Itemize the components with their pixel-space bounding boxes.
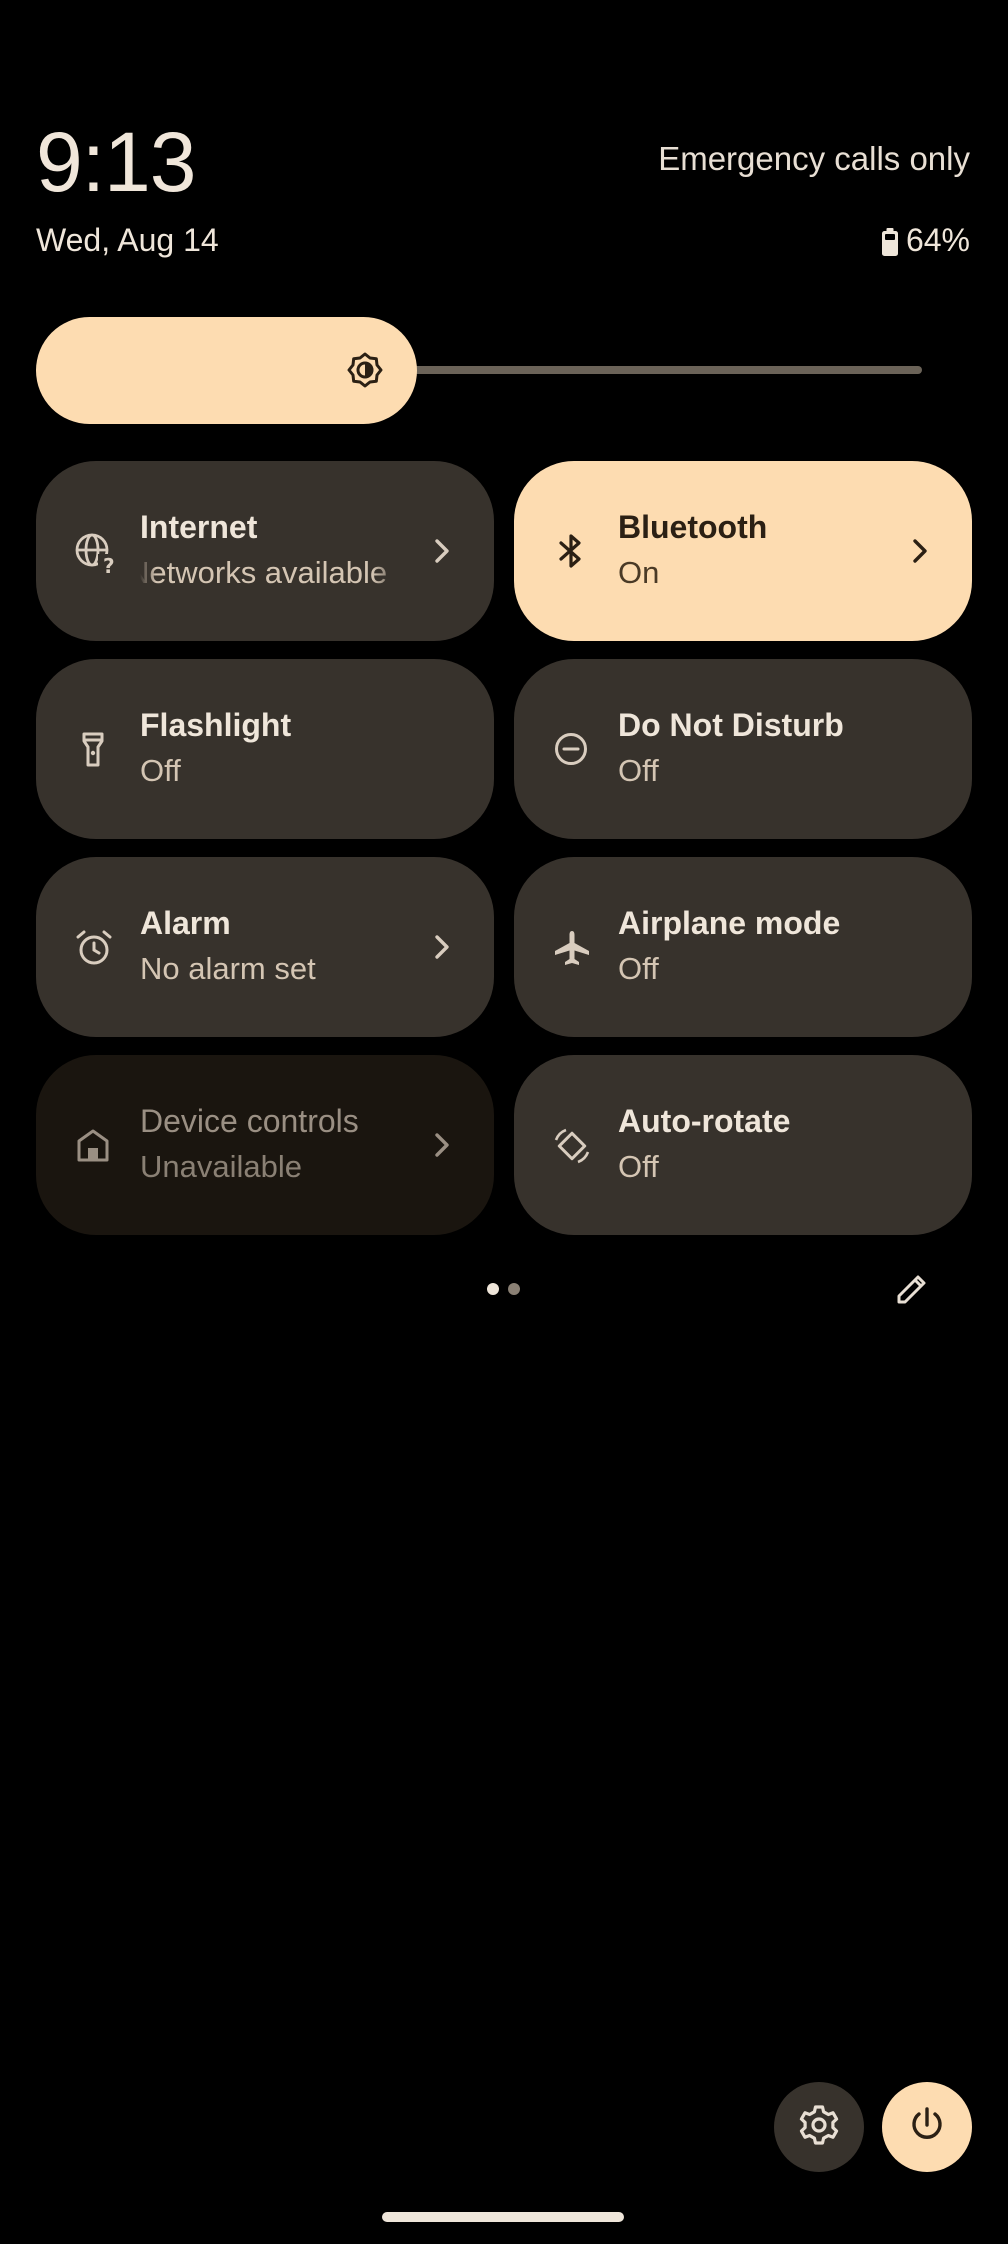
chevron-right-icon[interactable] [426, 1129, 458, 1161]
tile-state: Unavailable [140, 1149, 302, 1184]
tile-do-not-disturb[interactable]: Do Not Disturb Off [514, 659, 972, 839]
tile-state: Off [140, 753, 181, 788]
tile-label: Alarm [140, 905, 231, 941]
tile-alarm[interactable]: Alarm No alarm set [36, 857, 494, 1037]
tile-internet[interactable]: ? Internet Networks available [36, 461, 494, 641]
brightness-icon [346, 351, 384, 389]
power-button[interactable] [882, 2082, 972, 2172]
chevron-right-icon[interactable] [426, 535, 458, 567]
clock[interactable]: 9:13 [36, 112, 196, 212]
bluetooth-icon [552, 532, 590, 570]
battery-percent: 64% [905, 222, 970, 258]
tile-state: Off [618, 753, 659, 788]
tile-label: Internet [140, 509, 258, 545]
airplane-icon [552, 928, 590, 966]
tile-auto-rotate[interactable]: Auto-rotate Off [514, 1055, 972, 1235]
tile-label: Bluetooth [618, 509, 768, 545]
home-icon [74, 1126, 112, 1164]
battery-icon [881, 227, 898, 256]
home-indicator[interactable] [382, 2212, 624, 2222]
do-not-disturb-icon [552, 730, 590, 768]
power-icon [907, 2105, 947, 2150]
tile-state: Off [618, 1149, 659, 1184]
pencil-icon[interactable] [893, 1270, 931, 1308]
tile-state: On [618, 555, 660, 590]
tile-flashlight[interactable]: Flashlight Off [36, 659, 494, 839]
tile-label: Do Not Disturb [618, 707, 844, 743]
auto-rotate-icon [552, 1126, 590, 1164]
battery-status: 64% [881, 222, 970, 259]
chevron-right-icon[interactable] [426, 931, 458, 963]
tile-state: Networks available [140, 555, 388, 590]
tile-label: Device controls [140, 1103, 359, 1139]
tile-state: No alarm set [140, 951, 316, 986]
page-indicator-active [487, 1283, 499, 1295]
carrier-status: Emergency calls only [658, 140, 970, 177]
globe-question-icon: ? [74, 532, 118, 578]
alarm-icon [74, 928, 112, 966]
date[interactable]: Wed, Aug 14 [36, 222, 219, 259]
tile-airplane-mode[interactable]: Airplane mode Off [514, 857, 972, 1037]
flashlight-icon [74, 730, 112, 768]
chevron-right-icon[interactable] [904, 535, 936, 567]
svg-text:?: ? [103, 554, 115, 576]
gear-icon [797, 2103, 841, 2152]
tile-label: Airplane mode [618, 905, 841, 941]
page-indicator [508, 1283, 520, 1295]
tile-state: Off [618, 951, 659, 986]
tile-label: Flashlight [140, 707, 292, 743]
tile-device-controls[interactable]: Device controls Unavailable [36, 1055, 494, 1235]
settings-button[interactable] [774, 2082, 864, 2172]
tile-bluetooth[interactable]: Bluetooth On [514, 461, 972, 641]
tile-label: Auto-rotate [618, 1103, 791, 1139]
